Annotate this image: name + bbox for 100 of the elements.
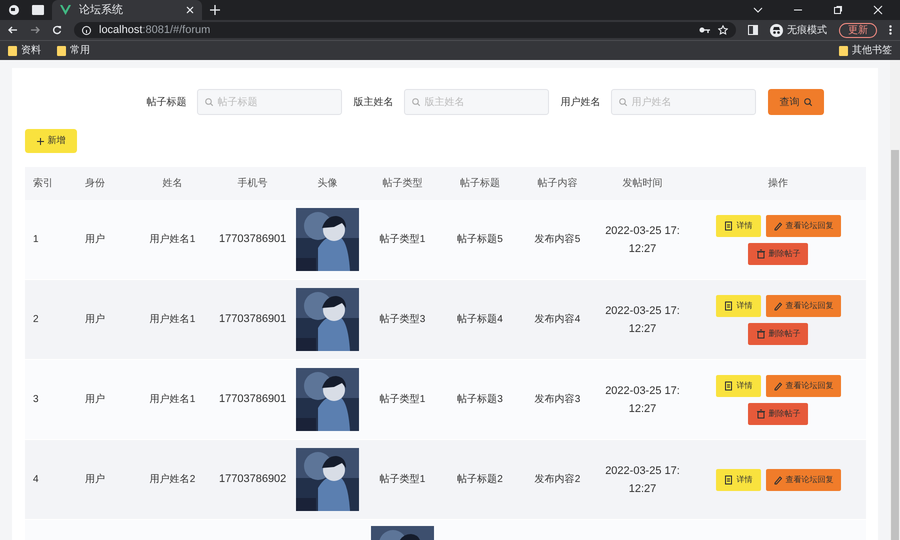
address-bar[interactable]: localhost:8081/#/forum [74, 22, 736, 38]
add-button[interactable]: 新增 [25, 129, 77, 153]
trash-icon [756, 328, 764, 338]
table-cell-text: 用户 [84, 472, 106, 487]
search-icon [412, 98, 420, 106]
search-button[interactable]: 查询 [768, 89, 824, 115]
vue-logo-icon [60, 5, 71, 15]
folder-icon [839, 46, 848, 56]
column-header: 发帖时间 [622, 176, 664, 191]
folder-icon [8, 46, 17, 56]
table-cell-text: 2 [32, 313, 40, 327]
table-cell-text: 17703786901 [218, 312, 288, 328]
bookmark-item[interactable]: 资料 [8, 43, 41, 58]
search-icon [804, 98, 812, 106]
pencil-icon [772, 380, 782, 390]
table-cell-text: 2022-03-25 17:12:27 [604, 464, 680, 496]
bookmark-item[interactable]: 常用 [57, 43, 90, 58]
url-text: localhost:8081/#/forum [99, 22, 212, 38]
action-button[interactable]: 查看论坛回复 [766, 468, 840, 490]
table-cell-text: 用户 [84, 312, 106, 327]
table-cell-text: 2022-03-25 17:12:27 [604, 384, 680, 416]
action-button[interactable]: 详情 [716, 294, 760, 316]
table-cell-text: 发布内容5 [534, 232, 582, 247]
table-cell-text: 1 [32, 233, 40, 247]
document-icon [724, 220, 732, 230]
column-header: 操作 [767, 177, 789, 191]
action-button[interactable]: 详情 [716, 374, 760, 396]
incognito-icon[interactable] [770, 24, 783, 36]
pencil-icon [772, 220, 782, 230]
search-icon [204, 98, 212, 106]
trash-icon [756, 248, 764, 258]
table-cell-text: 用户姓名1 [148, 392, 196, 407]
action-button[interactable]: 查看论坛回复 [766, 214, 840, 236]
reload-icon[interactable] [52, 25, 62, 35]
table-cell-text: 用户 [84, 232, 106, 247]
column-header: 索引 [32, 176, 54, 191]
table-cell-text: 2022-03-25 17:12:27 [604, 304, 680, 336]
profile-label: 无痕模式 [787, 24, 827, 38]
table-cell-text: 帖子类型1 [378, 392, 426, 407]
action-button[interactable]: 删除帖子 [748, 322, 808, 344]
side-panel-icon[interactable] [748, 25, 758, 35]
table-cell-text: 用户 [84, 392, 106, 407]
table-cell-text: 帖子标题2 [456, 472, 504, 487]
table-cell-text: 3 [32, 393, 40, 407]
forward-icon[interactable] [30, 25, 40, 35]
info-icon [82, 26, 91, 34]
search-field[interactable]: 用户姓名 [610, 89, 756, 116]
table-cell-text: 用户姓名1 [148, 232, 196, 247]
trash-icon [756, 408, 764, 418]
action-button[interactable]: 详情 [716, 214, 760, 236]
search-field[interactable]: 帖子标题 [196, 89, 342, 116]
table-cell-text: 发布内容4 [534, 312, 582, 327]
table-cell-text: 帖子标题4 [456, 312, 504, 327]
update-button[interactable]: 更新 [839, 22, 877, 38]
new-tab-icon[interactable] [210, 5, 220, 15]
column-header: 手机号 [236, 176, 268, 191]
table-cell-text: 4 [32, 473, 40, 487]
field-label: 用户姓名 [560, 96, 600, 110]
pencil-icon [772, 474, 782, 484]
table-cell-text: 帖子类型1 [378, 472, 426, 487]
key-icon[interactable] [699, 26, 710, 34]
document-icon [724, 380, 732, 390]
action-button[interactable]: 查看论坛回复 [766, 294, 840, 316]
field-label: 版主姓名 [354, 96, 394, 110]
bookmark-item[interactable]: 其他书签 [839, 43, 892, 58]
action-button[interactable]: 查看论坛回复 [766, 374, 840, 396]
document-icon [724, 300, 732, 310]
close-icon[interactable] [186, 6, 194, 14]
table-cell-text: 帖子类型3 [378, 312, 426, 327]
table-cell-text: 发布内容3 [534, 392, 582, 407]
column-header: 姓名 [162, 177, 184, 191]
search-field[interactable]: 版主姓名 [404, 89, 548, 116]
column-header: 头像 [316, 176, 338, 191]
column-header: 帖子标题 [459, 176, 501, 191]
table-cell-text: 帖子标题5 [456, 232, 504, 247]
table-cell-text: 用户姓名2 [148, 472, 196, 487]
table-cell-text: 发布内容2 [534, 472, 582, 487]
table-cell-text: 17703786902 [218, 472, 288, 488]
browser-tab[interactable]: 论坛系统 [52, 0, 202, 20]
column-header: 帖子内容 [536, 176, 578, 191]
table-cell-text: 2022-03-25 17:12:27 [604, 224, 680, 256]
tab-title: 论坛系统 [79, 2, 124, 18]
scrollbar[interactable] [890, 60, 900, 540]
action-button[interactable]: 删除帖子 [748, 402, 808, 424]
action-button[interactable]: 详情 [716, 468, 760, 490]
action-button[interactable]: 删除帖子 [748, 242, 808, 264]
table-cell-text: 帖子类型1 [378, 232, 426, 247]
more-icon[interactable] [889, 25, 892, 35]
document-icon [724, 474, 732, 484]
table-cell-text: 17703786901 [218, 392, 288, 408]
table-cell-text: 帖子标题3 [456, 392, 504, 407]
field-label: 帖子标题 [146, 96, 186, 110]
table-cell-text: 用户姓名1 [148, 312, 196, 327]
back-icon[interactable] [8, 25, 18, 35]
column-header: 帖子类型 [382, 176, 424, 191]
star-icon[interactable] [718, 25, 728, 35]
folder-icon [57, 46, 66, 56]
plus-icon [36, 138, 44, 144]
column-header: 身份 [84, 177, 106, 191]
search-icon [618, 98, 626, 106]
